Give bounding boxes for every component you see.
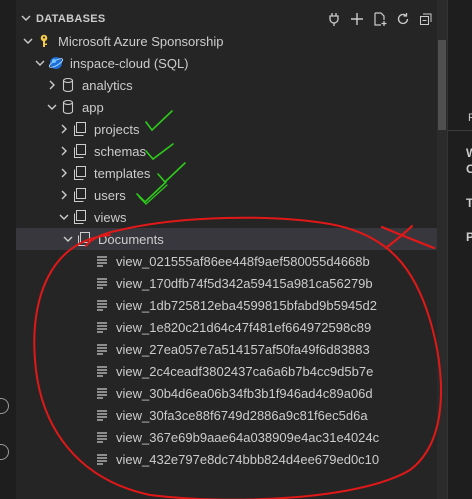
chevron-right-icon[interactable] — [56, 165, 72, 181]
chevron-right-icon[interactable] — [56, 143, 72, 159]
document-label: view_30fa3ce88f6749d2886a9c81f6ec5d6a — [116, 407, 368, 423]
left-edge-control[interactable] — [0, 444, 9, 460]
document-icon — [94, 363, 110, 379]
collection-icon — [72, 209, 88, 225]
chevron-down-icon[interactable] — [32, 55, 48, 71]
chevron-down-icon[interactable] — [44, 99, 60, 115]
key-icon — [36, 33, 52, 49]
collection-label: projects — [94, 121, 140, 137]
document-icon — [94, 429, 110, 445]
left-edge-control[interactable] — [0, 398, 9, 414]
right-panel: P W C T P — [447, 0, 472, 499]
chevron-down-icon[interactable] — [20, 33, 36, 49]
collection-label: templates — [94, 165, 151, 181]
chevron-down-icon[interactable] — [18, 12, 34, 27]
document-item[interactable]: view_2c4ceadf3802437ca6a6b7b4cc9d5b7e — [16, 360, 437, 382]
tree-item-collection[interactable]: schemas — [16, 140, 437, 162]
panel-letter: P — [466, 230, 472, 244]
new-file-icon[interactable] — [373, 12, 387, 26]
chevron-right-icon[interactable] — [56, 121, 72, 137]
scrollbar-thumb[interactable] — [438, 40, 446, 130]
tree-item-database[interactable]: analytics — [16, 74, 437, 96]
collection-icon — [72, 143, 88, 159]
document-label: view_432e797e8dc74bbb824d4ee679ed0c10 — [116, 451, 380, 467]
document-icon — [94, 341, 110, 357]
panel-divider — [448, 130, 472, 131]
document-label: view_1db725812eba4599815bfabd9b5945d2 — [116, 297, 377, 313]
collection-icon — [72, 165, 88, 181]
document-icon — [94, 385, 110, 401]
document-icon — [94, 297, 110, 313]
database-icon — [60, 77, 76, 93]
database-label: app — [82, 99, 104, 115]
database-icon — [60, 99, 76, 115]
tree-item-collection[interactable]: projects — [16, 118, 437, 140]
document-item[interactable]: view_021555af86ee448f9aef580055d4668b — [16, 250, 437, 272]
chevron-right-icon[interactable] — [44, 77, 60, 93]
document-item[interactable]: view_170dfb74f5d342a59415a981ca56279b — [16, 272, 437, 294]
databases-section-header[interactable]: DATABASES — [16, 8, 437, 30]
chevron-down-icon[interactable] — [60, 231, 76, 247]
chevron-right-icon[interactable] — [56, 187, 72, 203]
document-label: view_1e820c21d64c47f481ef664972598c89 — [116, 319, 372, 335]
account-label: Microsoft Azure Sponsorship — [58, 33, 224, 49]
add-icon[interactable] — [350, 12, 364, 26]
refresh-icon[interactable] — [396, 12, 410, 26]
collection-label: schemas — [94, 143, 147, 159]
plug-icon[interactable] — [327, 12, 341, 26]
document-item[interactable]: view_1e820c21d64c47f481ef664972598c89 — [16, 316, 437, 338]
tree-item-collection[interactable]: templates — [16, 162, 437, 184]
panel-letter: P — [468, 112, 472, 124]
tree-item-collection[interactable]: views — [16, 206, 437, 228]
document-icon — [94, 451, 110, 467]
document-item[interactable]: view_367e69b9aae64a038909e4ac31e4024c — [16, 426, 437, 448]
document-item[interactable]: view_432e797e8dc74bbb824d4ee679ed0c10 — [16, 448, 437, 470]
document-label: view_30b4d6ea06b34fb3b1f946ad4c89a06d — [116, 385, 373, 401]
section-toolbar — [327, 8, 433, 30]
document-item[interactable]: view_27ea057e7a514157af50fa49f6d83883 — [16, 338, 437, 360]
tree-item-server[interactable]: inspace-cloud (SQL) — [16, 52, 437, 74]
activity-bar-edge — [0, 0, 16, 499]
documents-icon — [76, 231, 92, 247]
cosmos-db-icon — [48, 55, 64, 71]
document-item[interactable]: view_30b4d6ea06b34fb3b1f946ad4c89a06d — [16, 382, 437, 404]
document-item[interactable]: view_30fa3ce88f6749d2886a9c81f6ec5d6a — [16, 404, 437, 426]
document-label: view_021555af86ee448f9aef580055d4668b — [116, 253, 370, 269]
tree-item-collection[interactable]: users — [16, 184, 437, 206]
document-label: view_170dfb74f5d342a59415a981ca56279b — [116, 275, 373, 291]
document-label: view_2c4ceadf3802437ca6a6b7b4cc9d5b7e — [116, 363, 374, 379]
section-title: DATABASES — [36, 13, 106, 25]
document-label: view_27ea057e7a514157af50fa49f6d83883 — [116, 341, 370, 357]
document-icon — [94, 275, 110, 291]
tree-item-account[interactable]: Microsoft Azure Sponsorship — [16, 30, 437, 52]
document-icon — [94, 253, 110, 269]
collection-icon — [72, 121, 88, 137]
tree-item-database[interactable]: app — [16, 96, 437, 118]
document-label: view_367e69b9aae64a038909e4ac31e4024c — [116, 429, 380, 445]
chevron-down-icon[interactable] — [56, 209, 72, 225]
server-label: inspace-cloud (SQL) — [70, 55, 189, 71]
collection-icon — [72, 187, 88, 203]
panel-letter: T — [466, 196, 472, 210]
tree-item-documents[interactable]: Documents — [16, 228, 437, 250]
panel-letter: C — [466, 162, 472, 176]
database-label: analytics — [82, 77, 133, 93]
document-item[interactable]: view_1db725812eba4599815bfabd9b5945d2 — [16, 294, 437, 316]
document-icon — [94, 319, 110, 335]
collapse-all-icon[interactable] — [419, 12, 433, 26]
documents-label: Documents — [98, 231, 164, 247]
document-icon — [94, 407, 110, 423]
collection-label: users — [94, 187, 126, 203]
vertical-scrollbar[interactable] — [437, 0, 447, 499]
panel-letter: W — [466, 146, 472, 160]
collection-label: views — [94, 209, 127, 225]
